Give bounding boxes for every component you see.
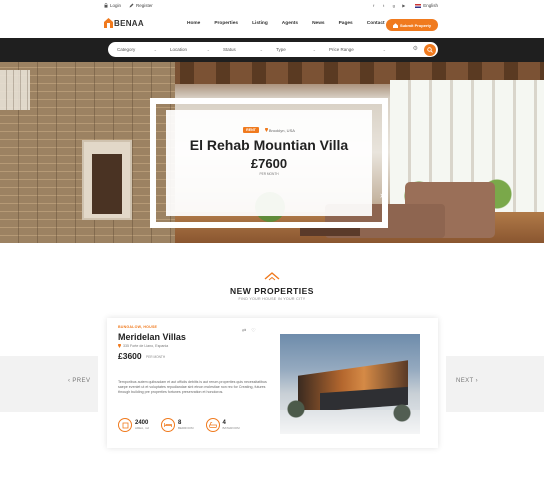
- login-label: Login: [110, 3, 122, 8]
- register-link[interactable]: Register: [129, 3, 153, 8]
- map-pin-icon: [264, 128, 268, 132]
- area-icon: [118, 418, 132, 432]
- hero-price: £7600: [250, 156, 288, 171]
- nav-item-properties[interactable]: Properties: [207, 21, 245, 26]
- search-bar: Category ⌄ Location ⌄ Status ⌄ Type ⌄ Price …: [0, 38, 544, 62]
- adjust-icon[interactable]: ⚙: [413, 45, 418, 52]
- hero-image-tiles: [0, 70, 30, 110]
- feature-bathroom: 4 BATHROOM: [205, 418, 240, 432]
- bathroom-label: BATHROOM: [222, 426, 240, 430]
- social-links: f t g ▶ English: [371, 3, 438, 8]
- hero-location-label: Brooklyn, USA: [268, 127, 295, 133]
- photo-tree: [390, 398, 414, 428]
- google-plus-icon[interactable]: g: [391, 3, 396, 8]
- nav-item-pages[interactable]: Pages: [332, 21, 360, 26]
- logo-text: BENAA: [114, 19, 144, 28]
- hero-meta: RENT Brooklyn, USA: [166, 127, 372, 133]
- bed-icon: [161, 418, 176, 432]
- property-actions: ⇄ ♡: [242, 328, 256, 334]
- area-label: AREA, m2: [135, 426, 150, 430]
- chevron-right-icon: ›: [475, 378, 479, 384]
- top-bar: Login Register f t g ▶ English: [0, 0, 544, 14]
- chevron-down-icon: ⌄: [206, 47, 210, 52]
- property-description: Temporibus autem quibusdam et aut offici…: [118, 380, 267, 395]
- status-select[interactable]: Status ⌄: [214, 42, 267, 57]
- property-price-period: PER MONTH: [146, 355, 166, 359]
- bathtub-icon: [205, 418, 220, 432]
- section-subtitle: FIND YOUR HOUSE IN YOUR CITY: [238, 297, 306, 301]
- logo[interactable]: BENAA: [104, 17, 144, 28]
- search-form: Category ⌄ Location ⌄ Status ⌄ Type ⌄ Price …: [108, 42, 438, 57]
- section-title: NEW PROPERTIES: [230, 286, 314, 296]
- language-label: English: [423, 3, 438, 8]
- location-select[interactable]: Location ⌄: [161, 42, 214, 57]
- category-label: Category: [117, 47, 136, 52]
- login-link[interactable]: Login: [104, 3, 121, 8]
- prev-label: PREV: [72, 378, 91, 384]
- photo-tree: [284, 394, 308, 424]
- type-label: Type: [276, 47, 286, 52]
- property-address: 335 Forte de Liano, Espania: [118, 344, 168, 348]
- search-button[interactable]: [424, 43, 436, 56]
- category-select[interactable]: Category ⌄: [108, 42, 161, 57]
- flag-icon: [415, 3, 422, 8]
- lock-icon: [104, 3, 108, 8]
- type-select[interactable]: Type ⌄: [267, 42, 320, 57]
- property-price: £3600: [118, 351, 142, 361]
- next-control[interactable]: NEXT ›: [456, 378, 478, 384]
- property-card[interactable]: BUNGALOW, HOUSE Meridelan Villas 335 For…: [107, 318, 438, 448]
- nav-item-news[interactable]: News: [305, 21, 332, 26]
- status-badge: RENT: [243, 127, 259, 133]
- home-icon: [392, 22, 398, 28]
- bedroom-label: BEDROOM: [178, 426, 194, 430]
- auth-links: Login Register: [104, 3, 153, 8]
- nav-item-home[interactable]: Home: [180, 21, 207, 26]
- chevron-down-icon: ⌄: [312, 47, 316, 52]
- status-label: Status: [223, 47, 236, 52]
- hero-image-fireplace: [82, 140, 132, 220]
- submit-property-label: Submit Property: [399, 22, 432, 28]
- prev-slide-card[interactable]: ‹ PREV: [0, 356, 98, 412]
- property-features: 2400 AREA, m2 8 BEDROOM 4 BATHROOM: [118, 418, 240, 432]
- hero-title[interactable]: El Rehab Mountian Villa: [166, 137, 372, 153]
- property-tag: BUNGALOW, HOUSE: [118, 325, 158, 329]
- house-logo-icon: [104, 18, 113, 28]
- next-slide-card[interactable]: NEXT ›: [446, 356, 544, 412]
- chevron-left-icon: ‹: [68, 378, 71, 384]
- hero-price-period: PER MONTH: [259, 172, 279, 176]
- compare-icon[interactable]: ⇄: [242, 328, 246, 334]
- hero-location: Brooklyn, USA: [264, 127, 295, 133]
- twitter-icon[interactable]: t: [381, 3, 386, 8]
- register-label: Register: [136, 3, 153, 8]
- main-nav: Home Properties Listing Agents News Page…: [180, 21, 392, 26]
- chevron-down-icon: ⌄: [259, 47, 263, 52]
- header: BENAA Home Properties Listing Agents New…: [0, 14, 544, 38]
- property-address-label: 335 Forte de Liano, Espania: [123, 344, 169, 348]
- chevron-down-icon: ⌄: [382, 47, 386, 52]
- property-photo[interactable]: [280, 334, 420, 434]
- hero-caption: RENT Brooklyn, USA El Rehab Mountian Vil…: [166, 110, 372, 216]
- feature-bedroom: 8 BEDROOM: [161, 418, 194, 432]
- facebook-icon[interactable]: f: [371, 3, 376, 8]
- next-label: NEXT: [456, 378, 474, 384]
- search-icon: [427, 46, 433, 53]
- chevron-down-icon: ⌄: [153, 47, 157, 52]
- pencil-icon: [129, 3, 134, 8]
- roof-icon: [264, 272, 280, 281]
- price-range-label: Price Range: [329, 47, 354, 52]
- prev-control[interactable]: ‹ PREV: [68, 378, 90, 384]
- nav-item-listing[interactable]: Listing: [245, 21, 275, 26]
- feature-area: 2400 AREA, m2: [118, 418, 149, 432]
- map-pin-icon: [118, 344, 121, 348]
- favorite-icon[interactable]: ♡: [251, 328, 255, 334]
- nav-item-agents[interactable]: Agents: [275, 21, 305, 26]
- property-name[interactable]: Meridelan Villas: [118, 332, 186, 342]
- language-select[interactable]: English: [415, 3, 438, 8]
- youtube-icon[interactable]: ▶: [401, 3, 406, 8]
- price-range-select[interactable]: Price Range ⌄: [320, 42, 390, 57]
- location-label: Location: [170, 47, 188, 52]
- submit-property-button[interactable]: Submit Property: [386, 19, 438, 31]
